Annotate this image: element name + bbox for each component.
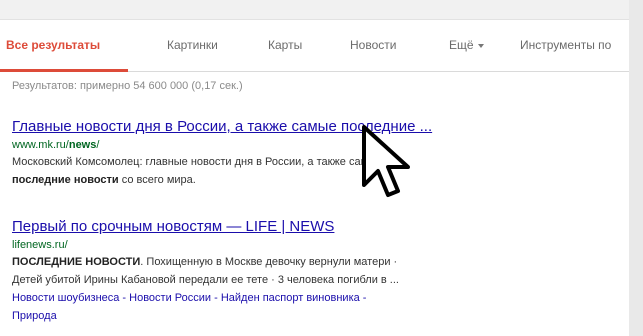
snippet-line: Московский Комсомолец: главные новости д…: [12, 156, 383, 168]
result-title-link[interactable]: Первый по срочным новостям — LIFE | NEWS: [12, 218, 622, 235]
window-top-band: [0, 0, 643, 20]
result-stats: Результатов: примерно 54 600 000 (0,17 с…: [12, 80, 243, 92]
active-tab-indicator: [0, 69, 128, 72]
search-tabs: Все результаты Картинки Карты Новости Ещ…: [0, 20, 629, 72]
tab-more[interactable]: Ещё: [449, 38, 484, 52]
url-prefix: www.mk.ru/: [12, 139, 69, 151]
tab-news[interactable]: Новости: [350, 38, 396, 52]
snippet-line: последние новости со всего мира.: [12, 171, 622, 189]
result-title-link[interactable]: Главные новости дня в России, а также са…: [12, 118, 622, 135]
snippet-bold: последние новости: [12, 174, 119, 186]
sitelinks-line[interactable]: Природа: [12, 307, 622, 325]
result-url[interactable]: lifenews.ru/: [12, 239, 622, 251]
tab-all-results[interactable]: Все результаты: [6, 38, 100, 52]
snippet-text: со всего мира.: [118, 174, 196, 186]
snippet-line: ПОСЛЕДНИЕ НОВОСТИ. Похищенную в Москве д…: [12, 253, 622, 271]
result-sitelinks[interactable]: Новости шоубизнеса - Новости России - На…: [12, 289, 622, 325]
tab-more-label: Ещё: [449, 38, 474, 52]
chevron-down-icon: [477, 43, 484, 48]
search-result: Первый по срочным новостям — LIFE | NEWS…: [12, 218, 622, 325]
snippet-bold: ПОСЛЕДНИЕ НОВОСТИ: [12, 256, 141, 268]
result-snippet: Московский Комсомолец: главные новости д…: [12, 153, 622, 189]
tab-search-tools[interactable]: Инструменты по: [520, 38, 611, 52]
url-suffix: /: [96, 139, 100, 151]
snippet-text: . Похищенную в Москве девочку вернули ма…: [140, 256, 398, 268]
snippet-line: Детей убитой Ирины Кабановой передали ее…: [12, 274, 399, 286]
url-bold: news: [68, 139, 97, 151]
tab-maps[interactable]: Карты: [268, 38, 302, 52]
window-edge: [629, 0, 643, 336]
tab-images[interactable]: Картинки: [167, 38, 218, 52]
sitelinks-line[interactable]: Новости шоубизнеса - Новости России - На…: [12, 289, 622, 307]
mouse-pointer-icon: [362, 125, 410, 197]
result-url[interactable]: www.mk.ru/news/: [12, 139, 622, 151]
result-snippet: ПОСЛЕДНИЕ НОВОСТИ. Похищенную в Москве д…: [12, 253, 622, 289]
search-result: Главные новости дня в России, а также са…: [12, 118, 622, 189]
